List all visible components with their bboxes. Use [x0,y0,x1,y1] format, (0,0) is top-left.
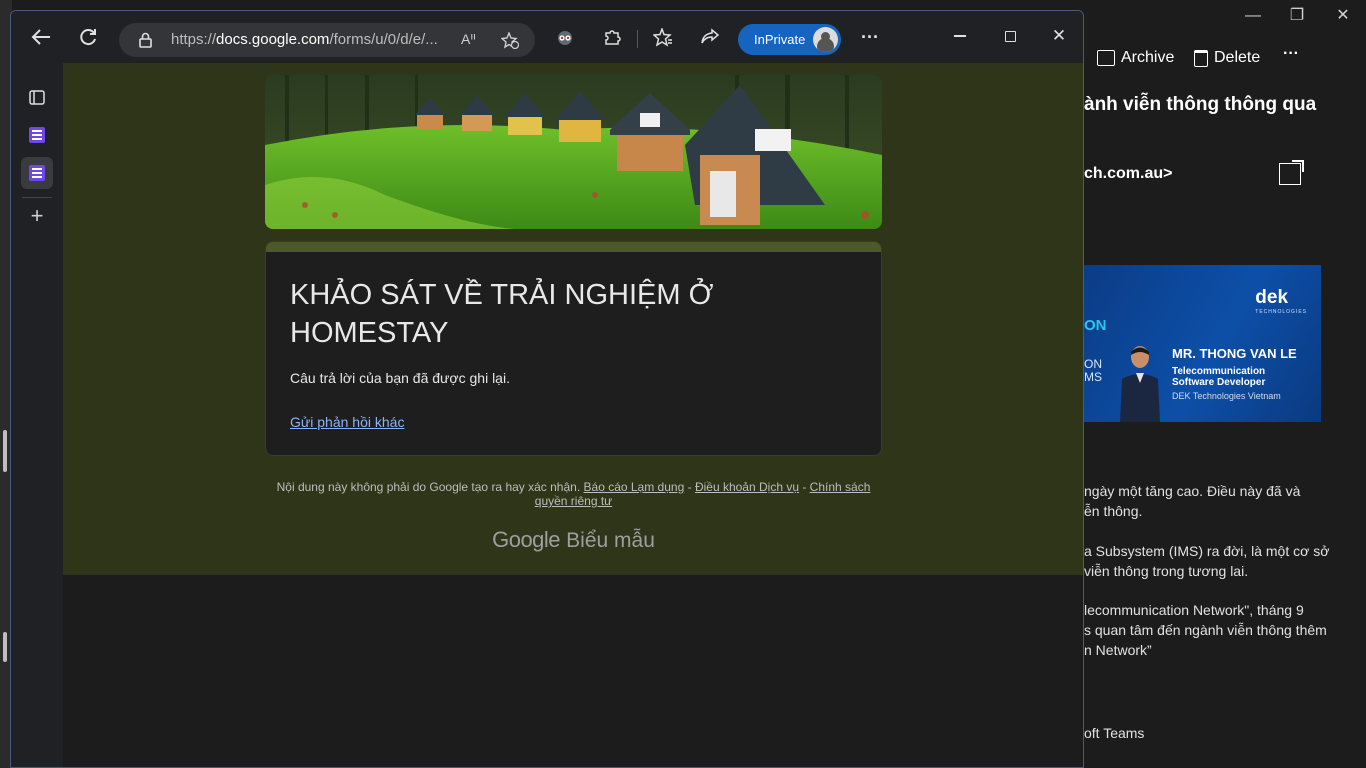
share-button[interactable] [697,24,723,50]
refresh-button[interactable] [75,24,101,50]
mail-body-line: viễn thông trong tương lai. [1084,563,1249,579]
card-accent-strip [266,242,881,252]
url-text[interactable]: https://docs.google.com/forms/u/0/d/e/..… [171,31,438,48]
toolbar-divider [637,30,638,48]
puzzle-icon [605,30,621,45]
mail-body-line: a Subsystem (IMS) ra đời, là một cơ sở [1084,543,1330,559]
inprivate-badge[interactable]: InPrivate [738,24,841,55]
mail-banner-image: dek TECHNOLOGIES ON ON MS MR. THONG VAN L… [1084,265,1321,422]
archive-label: Archive [1121,49,1175,66]
banner-subheading-fragment: ON MS [1084,357,1102,384]
more-icon: ··· [1283,45,1299,62]
add-favorite-icon[interactable] [501,32,519,49]
form-header-image [265,75,882,229]
speaker-name: MR. THONG VAN LE [1172,346,1297,361]
browser-toolbar: https://docs.google.com/forms/u/0/d/e/..… [11,11,1083,63]
address-bar[interactable]: https://docs.google.com/forms/u/0/d/e/..… [119,23,535,57]
profile-avatar-icon [813,27,838,52]
dek-logo: dek TECHNOLOGIES [1255,287,1307,315]
minimize-icon[interactable]: — [1243,6,1263,26]
read-aloud-icon[interactable]: Aᐦ [461,31,476,48]
delete-button[interactable]: Delete [1194,46,1260,70]
confirmation-message: Câu trả lời của bạn đã được ghi lại. [290,370,510,386]
tab-actions-button[interactable] [21,81,53,113]
settings-more-button[interactable]: ··· [857,24,883,50]
speaker-role: Telecommunication Software Developer [1172,366,1266,388]
disclaimer-text: Nội dung này không phải do Google tạo ra… [276,480,581,494]
tab-google-forms-1[interactable] [21,119,53,151]
favorites-button[interactable] [650,24,676,50]
forms-wordmark: Biểu mẫu [566,529,655,552]
extension-button[interactable] [552,24,578,50]
google-forms-logo[interactable]: Google Biểu mẫu [265,527,882,553]
more-dots-icon: ··· [861,26,879,47]
submit-another-response-link[interactable]: Gửi phản hồi khác [290,414,404,430]
mail-more-button[interactable]: ··· [1283,42,1299,66]
minimize-icon [954,35,966,37]
footer-separator: - [799,480,810,494]
mail-body-line: ngày một tăng cao. Điều này đã và [1084,483,1301,499]
close-icon[interactable]: ✕ [1333,6,1353,26]
report-abuse-link[interactable]: Báo cáo Lạm dụng [584,480,685,494]
mail-body-line: s quan tâm đến ngành viễn thông thêm [1084,622,1327,638]
form-title: KHẢO SÁT VỀ TRẢI NGHIỆM Ở HOMESTAY [290,279,714,349]
scroll-indicator [3,430,7,472]
extensions-button[interactable] [599,24,625,50]
back-arrow-icon [31,29,50,45]
mail-body-line: ễn thông. [1084,503,1143,519]
sidebar-divider [22,197,52,198]
close-icon: ✕ [1051,26,1067,45]
browser-close-button[interactable]: ✕ [1046,23,1072,49]
form-confirmation-card: KHẢO SÁT VỀ TRẢI NGHIỆM Ở HOMESTAY Câu t… [265,241,882,456]
google-forms-icon [29,165,45,181]
google-forms-icon [29,127,45,143]
archive-button[interactable]: Archive [1097,46,1174,70]
favorites-star-icon [653,27,672,47]
mail-body-line: oft Teams [1084,725,1145,741]
browser-maximize-button[interactable] [997,23,1023,49]
google-wordmark: Google [492,527,561,552]
mail-body-line: n Network” [1084,642,1152,658]
browser-minimize-button[interactable] [947,23,973,49]
mail-sender: ch.com.au> [1084,165,1173,182]
plus-icon: + [30,203,44,228]
vertical-tabs-sidebar: + [11,63,63,767]
mail-subject: ành viễn thông thông qua [1084,94,1317,115]
speaker-organization: DEK Technologies Vietnam [1172,391,1281,401]
inprivate-label: InPrivate [754,32,806,47]
share-icon [701,28,720,44]
form-footer-disclaimer: Nội dung này không phải do Google tạo ra… [265,480,882,508]
popout-icon[interactable] [1279,160,1304,185]
back-button[interactable] [28,24,54,50]
maximize-icon [1004,30,1016,42]
scroll-indicator [3,632,7,662]
refresh-icon [80,29,96,46]
banner-heading-fragment: ON [1084,317,1107,334]
trash-icon [1194,49,1208,67]
browser-window: https://docs.google.com/forms/u/0/d/e/..… [10,10,1084,768]
restore-icon[interactable]: ❐ [1287,6,1307,26]
terms-of-service-link[interactable]: Điều khoản Dịch vụ [695,480,799,494]
delete-label: Delete [1214,49,1261,66]
new-tab-button[interactable]: + [21,200,53,232]
extension-mascot-icon [558,31,572,45]
lock-icon [139,32,152,48]
speaker-photo [1120,346,1160,422]
footer-separator: - [684,480,695,494]
archive-icon [1097,50,1115,66]
mail-body-line: lecommunication Network", tháng 9 [1084,602,1304,618]
page-content: KHẢO SÁT VỀ TRẢI NGHIỆM Ở HOMESTAY Câu t… [63,63,1083,767]
tab-actions-icon [29,90,45,105]
tab-google-forms-2[interactable] [21,157,53,189]
